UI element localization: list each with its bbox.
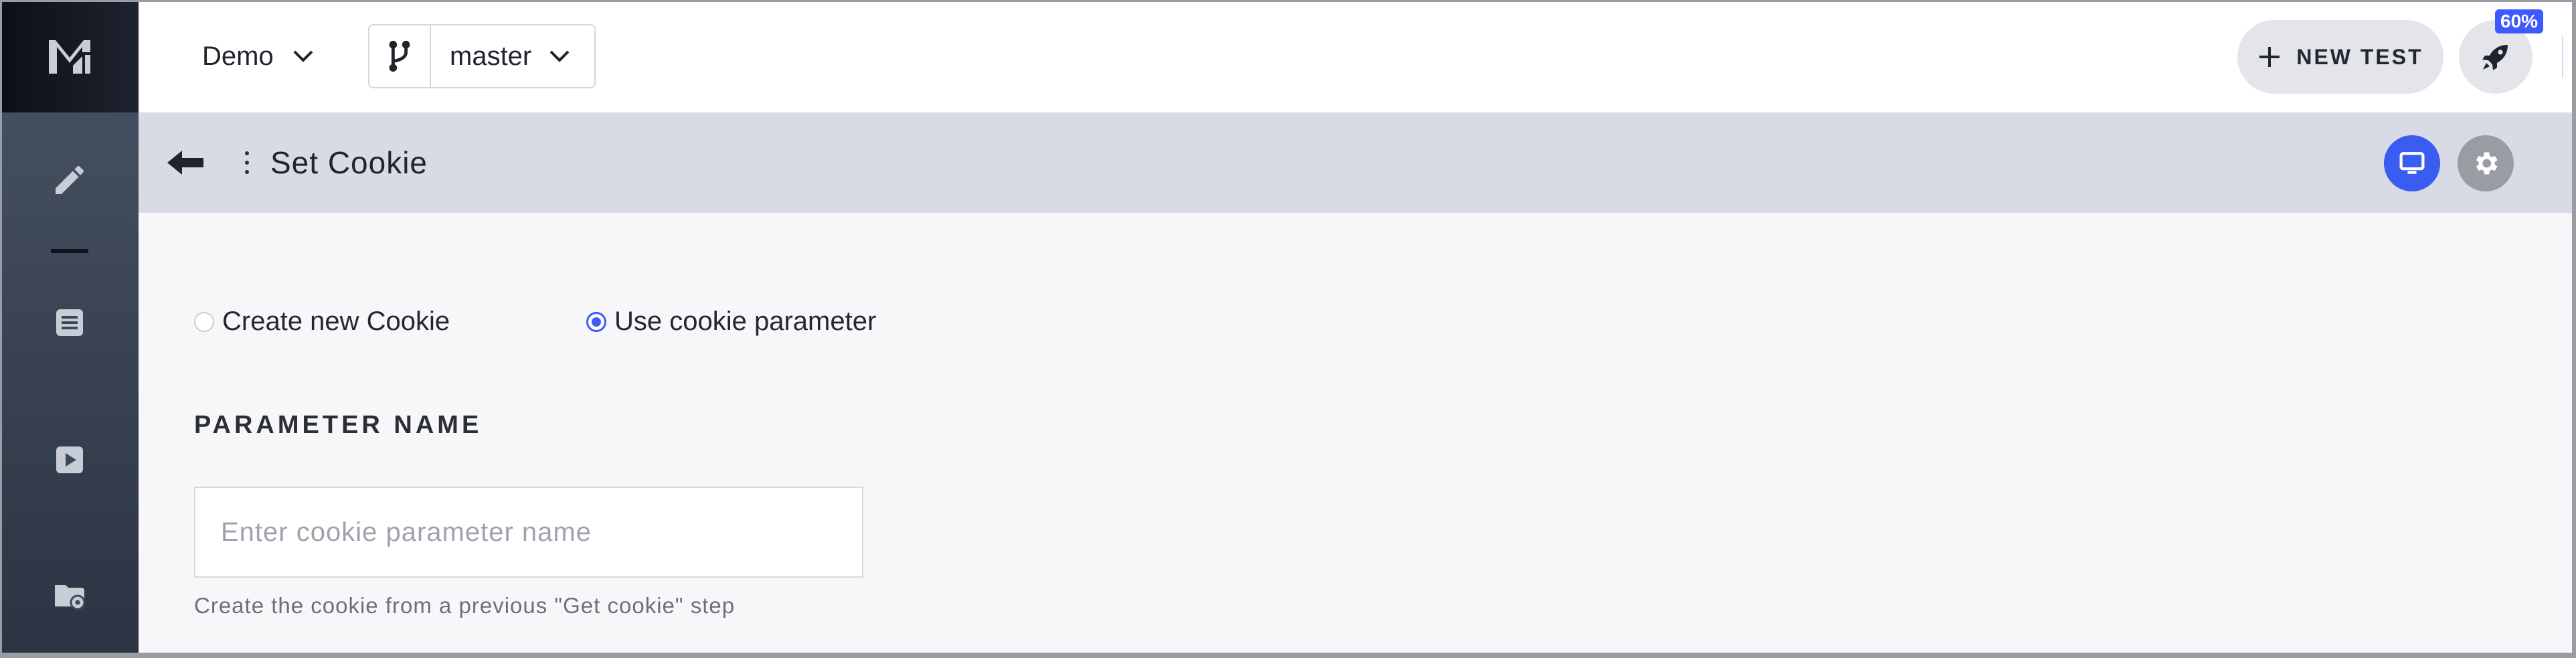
sidebar-item-tests[interactable] (0, 282, 139, 363)
more-vert-icon (245, 151, 249, 155)
gear-icon (2476, 152, 2498, 175)
radio-button-checked[interactable] (586, 311, 606, 332)
sidebar (0, 0, 139, 658)
active-indicator (51, 249, 88, 253)
helper-text: Create the cookie from a previous "Get c… (194, 593, 736, 618)
logo-icon (48, 40, 90, 74)
top-bar: Demo master NEW TEST 60% (139, 0, 2576, 112)
branch-dropdown[interactable]: master (431, 25, 594, 87)
project-selector[interactable]: Demo (202, 33, 314, 79)
branch-selector[interactable]: master (368, 24, 596, 88)
preview-button[interactable] (2384, 135, 2440, 191)
arrow-back-icon (167, 151, 203, 175)
project-name: Demo (202, 41, 274, 71)
step-title: Set Cookie (270, 145, 428, 180)
parameter-name-input[interactable] (194, 487, 863, 578)
sidebar-item-runs[interactable] (0, 420, 139, 500)
parameter-name-label: PARAMETER NAME (194, 411, 483, 439)
new-test-label: NEW TEST (2296, 44, 2423, 69)
radio-label: Create new Cookie (222, 307, 450, 336)
play-icon (56, 446, 83, 473)
folder-settings-icon (54, 585, 85, 610)
step-header: Set Cookie (139, 112, 2576, 213)
plus-icon (2259, 47, 2280, 67)
rocket-icon (2482, 45, 2508, 70)
sidebar-item-settings[interactable] (0, 556, 139, 636)
chevron-down-icon (293, 50, 313, 62)
branch-name: master (450, 41, 532, 71)
step-form: Create new Cookie Use cookie parameter P… (139, 213, 2576, 658)
back-button[interactable] (162, 139, 209, 186)
new-test-button[interactable]: NEW TEST (2237, 20, 2443, 94)
radio-label: Use cookie parameter (614, 307, 877, 336)
list-icon (56, 309, 83, 336)
monitor-icon (2399, 152, 2425, 174)
chevron-down-icon (549, 50, 570, 62)
sidebar-item-edit[interactable] (0, 140, 139, 220)
divider (2562, 36, 2563, 78)
radio-create-new-cookie[interactable]: Create new Cookie (194, 307, 450, 337)
branch-icon-cell (369, 25, 431, 87)
app-logo[interactable] (0, 0, 139, 112)
pencil-icon (55, 165, 84, 194)
step-settings-button[interactable] (2458, 135, 2514, 191)
progress-badge: 60% (2495, 9, 2544, 33)
step-menu-button[interactable] (239, 142, 255, 183)
radio-use-cookie-parameter[interactable]: Use cookie parameter (586, 307, 876, 337)
radio-button[interactable] (194, 311, 214, 332)
git-branch-icon (389, 40, 410, 72)
